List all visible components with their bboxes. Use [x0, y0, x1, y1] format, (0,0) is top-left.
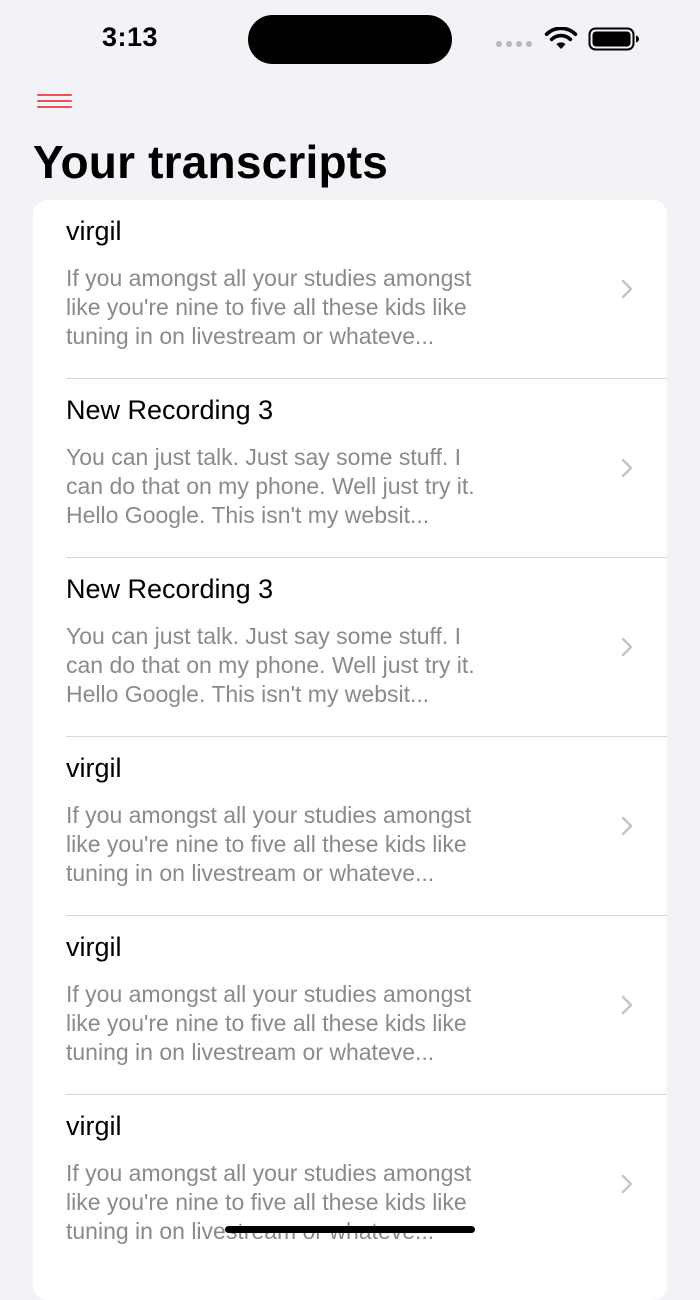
- transcript-list: virgil If you amongst all your studies a…: [33, 200, 667, 1300]
- home-indicator[interactable]: [225, 1226, 475, 1233]
- battery-icon: [588, 27, 639, 51]
- transcript-preview-line: Hello Google. This isn't my websit...: [66, 502, 430, 528]
- transcript-title: virgil: [66, 216, 122, 246]
- transcript-preview-line: You can just talk. Just say some stuff. …: [66, 623, 462, 649]
- transcript-preview: You can just talk. Just say some stuff. …: [66, 443, 586, 530]
- transcript-preview-line: can do that on my phone. Well just try i…: [66, 652, 475, 678]
- transcript-preview-line: like you're nine to five all these kids …: [66, 1189, 467, 1215]
- transcript-preview-line: If you amongst all your studies amongst: [66, 802, 472, 828]
- transcript-preview: If you amongst all your studies amongst …: [66, 801, 586, 888]
- transcript-preview-line: can do that on my phone. Well just try i…: [66, 473, 475, 499]
- chevron-right-icon: [621, 995, 633, 1015]
- page-title: Your transcripts: [33, 136, 389, 188]
- transcript-preview: If you amongst all your studies amongst …: [66, 264, 586, 351]
- transcript-list-item[interactable]: virgil If you amongst all your studies a…: [33, 1095, 667, 1274]
- transcript-preview-line: tuning in on livestream or whateve...: [66, 860, 435, 886]
- transcript-list-item[interactable]: virgil If you amongst all your studies a…: [33, 737, 667, 916]
- transcript-preview-line: tuning in on livestream or whateve...: [66, 1039, 435, 1065]
- dynamic-island: [248, 15, 452, 64]
- chevron-right-icon: [621, 637, 633, 657]
- transcript-title: New Recording 3: [66, 395, 274, 425]
- chevron-right-icon: [621, 816, 633, 836]
- wifi-icon: [544, 27, 578, 49]
- status-time: 3:13: [102, 22, 159, 52]
- transcript-list-item[interactable]: New Recording 3 You can just talk. Just …: [33, 379, 667, 558]
- chevron-right-icon: [621, 458, 633, 478]
- transcript-title: virgil: [66, 1111, 122, 1141]
- transcript-title: virgil: [66, 932, 122, 962]
- transcript-list-item[interactable]: New Recording 3 You can just talk. Just …: [33, 558, 667, 737]
- chevron-right-icon: [621, 279, 633, 299]
- transcript-title: virgil: [66, 753, 122, 783]
- transcript-preview-line: If you amongst all your studies amongst: [66, 265, 472, 291]
- transcript-preview-line: like you're nine to five all these kids …: [66, 294, 467, 320]
- transcript-title: New Recording 3: [66, 574, 274, 604]
- chevron-right-icon: [621, 1174, 633, 1194]
- transcript-preview-line: Hello Google. This isn't my websit...: [66, 681, 430, 707]
- transcript-list-item[interactable]: virgil If you amongst all your studies a…: [33, 916, 667, 1095]
- transcript-preview-line: like you're nine to five all these kids …: [66, 1010, 467, 1036]
- status-bar: 3:13: [0, 0, 700, 78]
- cellular-signal-icon: [496, 41, 534, 47]
- menu-button[interactable]: [32, 86, 76, 116]
- transcript-preview-line: If you amongst all your studies amongst: [66, 981, 472, 1007]
- transcript-preview-line: tuning in on livestream or whateve...: [66, 323, 435, 349]
- transcript-preview: You can just talk. Just say some stuff. …: [66, 622, 586, 709]
- transcript-preview: If you amongst all your studies amongst …: [66, 980, 586, 1067]
- transcript-list-item[interactable]: virgil If you amongst all your studies a…: [33, 200, 667, 379]
- transcript-preview-line: If you amongst all your studies amongst: [66, 1160, 472, 1186]
- transcript-preview-line: like you're nine to five all these kids …: [66, 831, 467, 857]
- transcript-preview-line: You can just talk. Just say some stuff. …: [66, 444, 462, 470]
